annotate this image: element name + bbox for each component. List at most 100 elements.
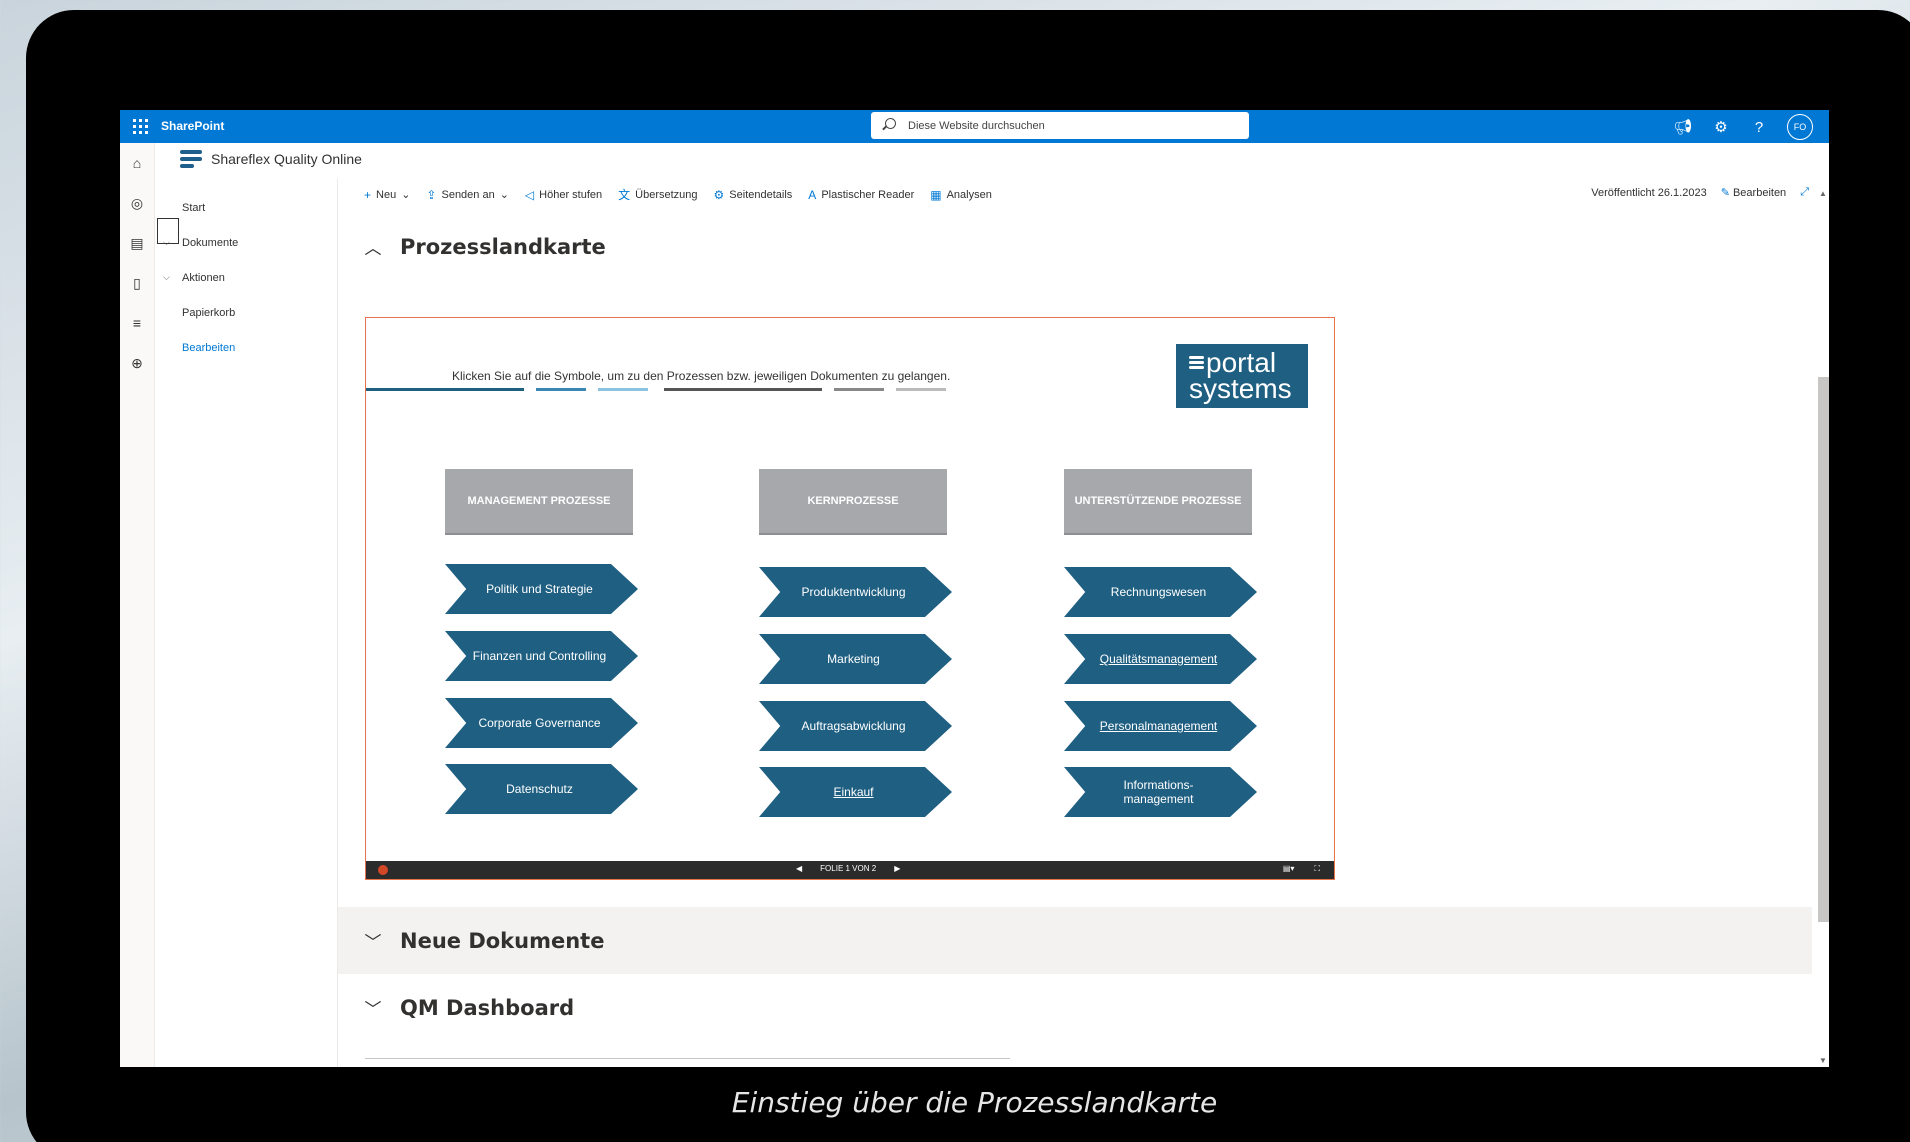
promote-button[interactable]: ◁ Höher stufen xyxy=(525,188,602,202)
scroll-down-icon[interactable]: ▼ xyxy=(1819,1056,1827,1065)
image-caption: Einstieg über die Prozesslandkarte xyxy=(731,1086,1218,1119)
focus-outline xyxy=(157,218,179,244)
new-button[interactable]: + Neu ⌄ xyxy=(364,188,410,202)
gear-icon: ⚙ xyxy=(713,187,725,202)
site-title: Shareflex Quality Online xyxy=(211,151,362,167)
section-process-map[interactable]: ︿ Prozesslandkarte xyxy=(364,234,606,260)
section-title: Prozesslandkarte xyxy=(400,234,606,259)
suite-bar: SharePoint Diese Website durchsuchen 📢︎ … xyxy=(120,110,1829,143)
process-arrow[interactable]: Einkauf xyxy=(759,767,952,817)
section-new-documents[interactable]: ﹀ Neue Dokumente xyxy=(364,928,605,954)
powerpoint-icon xyxy=(378,865,388,875)
home-icon[interactable]: ⌂ xyxy=(129,155,145,171)
promote-label: Höher stufen xyxy=(539,188,603,201)
process-arrow[interactable]: Datenschutz xyxy=(445,764,638,814)
notes-icon[interactable]: ▤▾ xyxy=(1283,864,1295,874)
logo-text-2: systems xyxy=(1189,373,1292,404)
scrollbar-thumb[interactable] xyxy=(1818,377,1829,922)
fullscreen-icon[interactable]: ⛶ xyxy=(1314,864,1320,874)
analytics-label: Analysen xyxy=(946,188,992,201)
app-bar: ⌂ ◎ ▤ ▯ ≡ ⊕ xyxy=(120,143,155,1067)
translation-button[interactable]: 文 Übersetzung xyxy=(618,186,697,203)
send-to-button[interactable]: ⇪ Senden an ⌄ xyxy=(426,188,509,202)
chevron-down-icon: ﹀ xyxy=(364,933,382,953)
scrollbar[interactable]: ▲ ▼ xyxy=(1816,187,1829,1067)
chevron-down-icon[interactable]: ⌵ xyxy=(163,272,170,283)
nav-item-papierkorb[interactable]: Papierkorb xyxy=(182,307,235,319)
process-arrow[interactable]: Corporate Governance xyxy=(445,698,638,748)
page-details-button[interactable]: ⚙ Seitendetails xyxy=(714,188,793,202)
previous-slide-icon[interactable]: ◀ xyxy=(796,864,802,873)
help-icon[interactable]: ? xyxy=(1749,115,1769,139)
left-navigation: Start ⌵ Dokumente ⌵ Aktionen Papierkorb … xyxy=(155,178,338,1067)
analytics-button[interactable]: ▦ Analysen xyxy=(930,188,992,202)
pencil-icon: ✎ xyxy=(1720,187,1730,199)
search-placeholder: Diese Website durchsuchen xyxy=(908,120,1045,132)
page-details-label: Seitendetails xyxy=(729,188,793,201)
avatar[interactable]: FO xyxy=(1787,114,1813,140)
news-icon[interactable]: ▤ xyxy=(129,235,145,251)
section-qm-dashboard[interactable]: ﹀ QM Dashboard xyxy=(364,995,575,1021)
divider xyxy=(598,388,648,391)
app-launcher-icon[interactable] xyxy=(130,116,150,136)
immersive-reader-button[interactable]: A Plastischer Reader xyxy=(808,188,914,202)
next-slide-icon[interactable]: ▶ xyxy=(894,864,900,873)
process-arrow[interactable]: Produktentwicklung xyxy=(759,567,952,617)
slide-intro-text: Klicken Sie auf die Symbole, um zu den P… xyxy=(452,369,951,383)
divider xyxy=(664,388,822,391)
published-status: Veröffentlicht 26.1.2023 xyxy=(1591,186,1707,199)
section-title: Neue Dokumente xyxy=(400,928,605,953)
column-header-core: KERNPROZESSE xyxy=(759,469,947,535)
command-bar: + Neu ⌄ ⇪ Senden an ⌄ ◁ Höher stufen 文 Überset… xyxy=(364,186,992,203)
embedded-presentation[interactable]: Klicken Sie auf die Symbole, um zu den P… xyxy=(365,317,1335,880)
edit-button[interactable]: ✎ Bearbeiten xyxy=(1721,186,1787,199)
site-header[interactable]: Shareflex Quality Online xyxy=(180,150,362,168)
reader-icon: A xyxy=(808,187,817,202)
process-arrow[interactable]: Finanzen und Controlling xyxy=(445,631,638,681)
chevron-down-icon: ⌄ xyxy=(401,189,411,201)
add-icon[interactable]: ⊕ xyxy=(129,355,145,371)
process-arrow[interactable]: Qualitätsmanagement xyxy=(1064,634,1257,684)
section-title: QM Dashboard xyxy=(400,995,575,1020)
translate-icon: 文 xyxy=(618,188,631,202)
globe-icon[interactable]: ◎ xyxy=(129,195,145,211)
process-arrow[interactable]: Marketing xyxy=(759,634,952,684)
column-header-management: MANAGEMENT PROZESSE xyxy=(445,469,633,535)
sharepoint-window: SharePoint Diese Website durchsuchen 📢︎ … xyxy=(120,110,1829,1067)
nav-item-aktionen[interactable]: Aktionen xyxy=(182,272,225,284)
divider xyxy=(366,388,524,391)
nav-edit-link[interactable]: Bearbeiten xyxy=(182,342,235,354)
expand-icon[interactable]: ⤢ xyxy=(1800,186,1809,199)
scroll-up-icon[interactable]: ▲ xyxy=(1819,189,1827,198)
chevron-down-icon: ﹀ xyxy=(364,1000,382,1020)
app-name[interactable]: SharePoint xyxy=(161,119,224,133)
process-arrow[interactable]: Politik und Strategie xyxy=(445,564,638,614)
edit-label: Bearbeiten xyxy=(1732,187,1787,199)
process-arrow[interactable]: Auftragsabwicklung xyxy=(759,701,952,751)
new-label: Neu xyxy=(376,188,397,201)
process-arrow[interactable]: Informations- management xyxy=(1064,767,1257,817)
translation-label: Übersetzung xyxy=(635,188,698,201)
process-arrow[interactable]: Personalmanagement xyxy=(1064,701,1257,751)
chevron-down-icon: ⌄ xyxy=(499,189,509,201)
nav-item-dokumente[interactable]: Dokumente xyxy=(182,237,238,249)
plus-icon: + xyxy=(364,187,372,202)
divider xyxy=(834,388,884,391)
column-header-support: UNTERSTÜTZENDE PROZESSE xyxy=(1064,469,1252,535)
document-icon[interactable]: ▯ xyxy=(129,275,145,291)
divider xyxy=(896,388,946,391)
megaphone-icon[interactable]: 📢︎ xyxy=(1673,115,1693,139)
divider xyxy=(365,1058,1010,1059)
portal-systems-logo: portal systems xyxy=(1176,344,1308,408)
process-arrow[interactable]: Rechnungswesen xyxy=(1064,567,1257,617)
chevron-up-icon: ︿ xyxy=(364,239,382,259)
chart-icon: ▦ xyxy=(930,187,942,202)
search-input[interactable]: Diese Website durchsuchen xyxy=(871,112,1249,139)
site-logo-icon xyxy=(180,150,202,168)
share-icon: ⇪ xyxy=(426,187,437,202)
gear-icon[interactable]: ⚙ xyxy=(1711,115,1731,139)
megaphone-icon: ◁ xyxy=(524,187,535,202)
immersive-reader-label: Plastischer Reader xyxy=(821,188,915,201)
nav-item-start[interactable]: Start xyxy=(182,202,205,214)
list-icon[interactable]: ≡ xyxy=(129,315,145,331)
